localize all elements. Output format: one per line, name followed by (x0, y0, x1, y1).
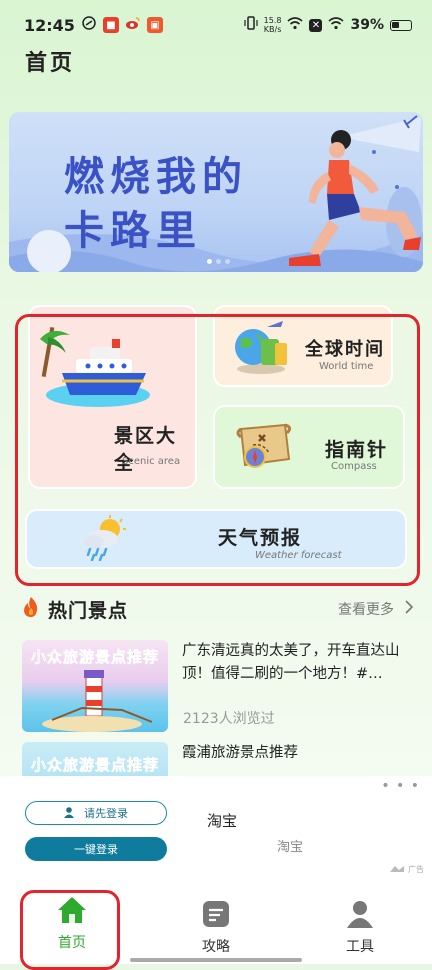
ad-logo-icon (390, 865, 404, 874)
nav-item-guide[interactable]: 攻略 (166, 890, 266, 964)
see-more-link[interactable]: 查看更多 (338, 599, 414, 619)
banner[interactable]: 燃烧我的 卡路里 (9, 112, 423, 272)
user-icon (64, 806, 76, 821)
status-time: 12:45 (24, 15, 75, 35)
app-notification-icon (81, 15, 97, 35)
ad-title[interactable]: 淘宝 (207, 810, 237, 831)
banner-title: 燃烧我的 卡路里 (64, 154, 248, 254)
banner-pager (207, 259, 230, 264)
login-button[interactable]: 请先登录 (25, 801, 167, 825)
ad-more-icon[interactable]: • • • (381, 778, 420, 794)
wifi-icon (287, 16, 304, 34)
one-key-login-button[interactable]: 一键登录 (25, 837, 167, 861)
page-title: 首页 (25, 51, 76, 76)
article-thumbnail: 小众旅游景点推荐 (22, 742, 168, 776)
ad-panel: • • • 请先登录 一键登录 淘宝 淘宝 广告 (0, 776, 432, 890)
net-speed: 15.8 KB/s (263, 16, 282, 34)
battery-percent: 39% (350, 17, 384, 33)
home-indicator (130, 958, 302, 962)
feature-grid-highlight (15, 314, 420, 586)
article-title: 霞浦旅游景点推荐 (182, 745, 298, 761)
list-item[interactable]: 小众旅游景点推荐 霞浦旅游景点推荐 (22, 742, 412, 776)
fire-icon (22, 596, 40, 623)
status-bar: 12:45 ■ ▣ 15.8 KB/s ✕ 39% (0, 0, 432, 50)
sim-icon: ✕ (309, 18, 323, 32)
weibo-icon (125, 15, 141, 35)
article-views: 2123人浏览过 (183, 711, 275, 727)
ad-subtitle: 淘宝 (277, 840, 304, 855)
tools-icon (347, 900, 373, 932)
app-notification-icon: ■ (102, 17, 119, 33)
list-item[interactable]: 小众旅游景点推荐 广东清远真的太美了，开车直达山顶！值得二刷的一个地方！#… 2… (22, 640, 412, 732)
nav-item-tools[interactable]: 工具 (310, 890, 410, 964)
battery-icon (390, 19, 412, 31)
ad-label: 广告 (390, 864, 424, 875)
guide-icon (202, 900, 230, 932)
hot-spots-title: 热门景点 (48, 599, 129, 622)
wifi-icon (328, 16, 345, 34)
chevron-right-icon (404, 600, 414, 618)
article-thumbnail: 小众旅游景点推荐 (22, 640, 168, 732)
vibrate-icon (244, 15, 258, 35)
home-nav-highlight (20, 890, 120, 970)
hot-spots-header: 热门景点 查看更多 (22, 596, 414, 622)
app-notification-icon: ▣ (146, 17, 163, 33)
